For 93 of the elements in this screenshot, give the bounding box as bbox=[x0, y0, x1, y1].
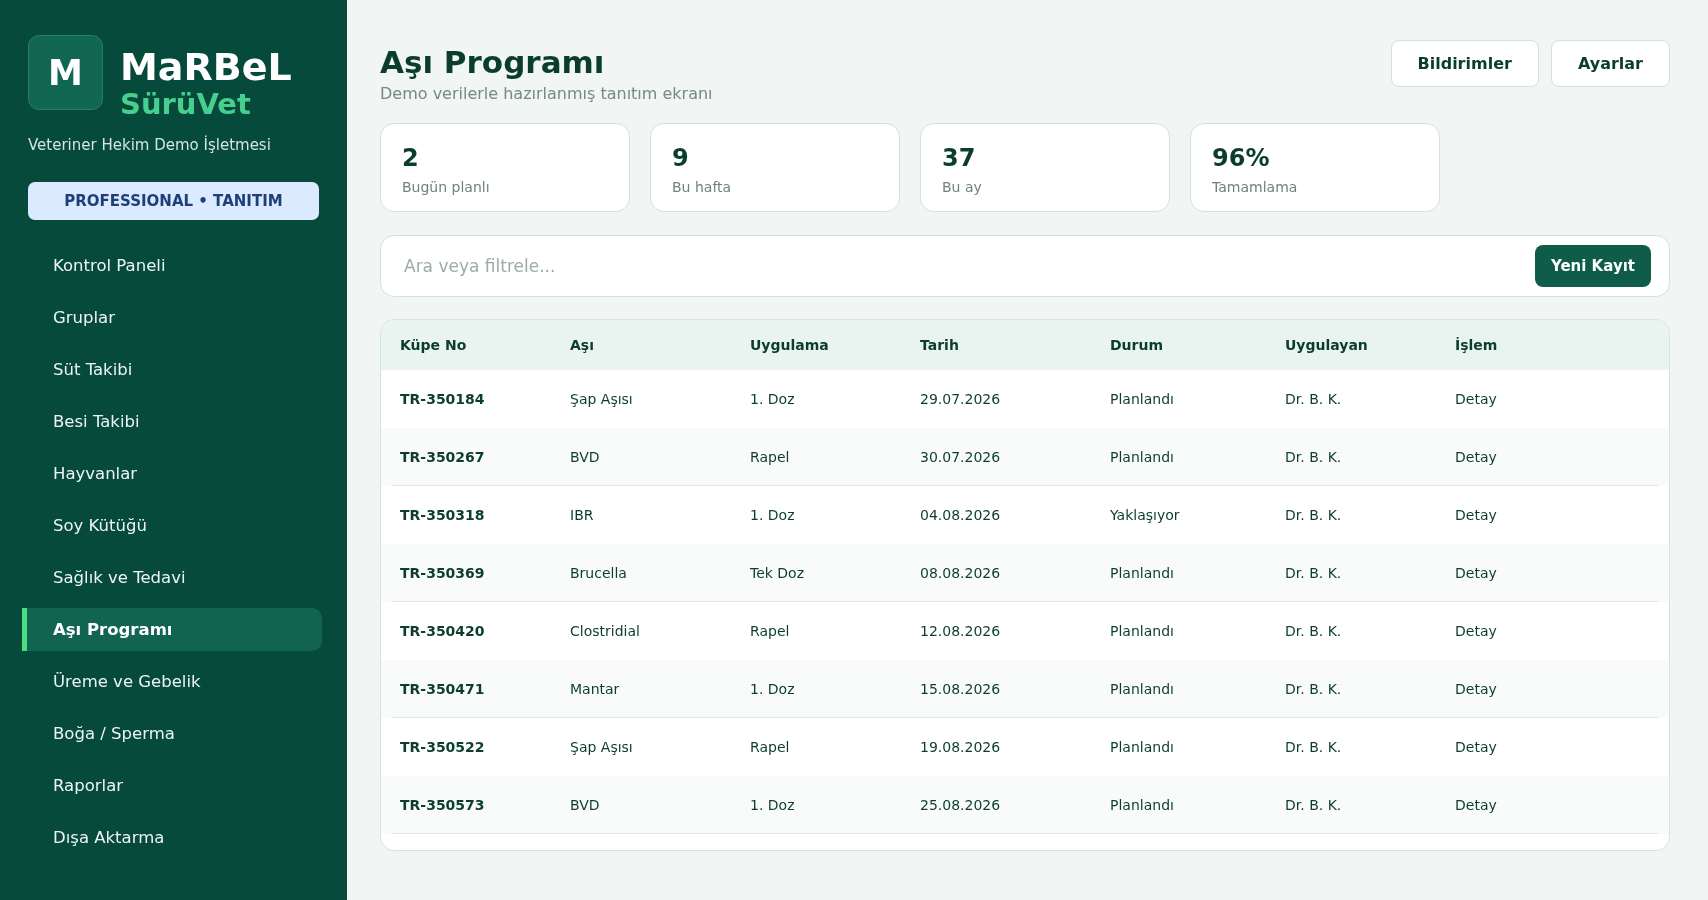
nav-item[interactable]: Dışa Aktarma bbox=[22, 816, 322, 859]
table-cell: 1. Doz bbox=[750, 681, 795, 697]
detail-link[interactable]: Detay bbox=[1455, 507, 1497, 523]
nav-item[interactable]: Kontrol Paneli bbox=[22, 244, 322, 287]
column-header: Küpe No bbox=[400, 337, 468, 353]
nav-item[interactable]: Soy Kütüğü bbox=[22, 504, 322, 547]
table-cell: Yaklaşıyor bbox=[1110, 507, 1180, 523]
table-cell: TR-350573 bbox=[400, 797, 485, 813]
page-title: Aşı Programı bbox=[380, 44, 606, 81]
column-header: Durum bbox=[1110, 337, 1165, 353]
table-cell: Dr. B. K. bbox=[1285, 623, 1342, 639]
nav-item[interactable]: Raporlar bbox=[22, 764, 322, 807]
table-cell: Planlandı bbox=[1110, 391, 1174, 407]
plan-badge: PROFESSIONAL • TANITIM bbox=[28, 182, 319, 220]
table-cell: TR-350522 bbox=[400, 739, 485, 755]
brand-logo: M bbox=[28, 35, 103, 110]
table-cell: Şap Aşısı bbox=[570, 391, 633, 407]
page-subtitle: Demo verilerle hazırlanmış tanıtım ekranı bbox=[380, 84, 713, 104]
detail-link[interactable]: Detay bbox=[1455, 739, 1497, 755]
table-cell: 29.07.2026 bbox=[920, 391, 1001, 407]
table-cell: Planlandı bbox=[1110, 739, 1174, 755]
stat-label: Bu hafta bbox=[672, 178, 733, 196]
table-cell: Dr. B. K. bbox=[1285, 681, 1342, 697]
table-cell: Mantar bbox=[570, 681, 620, 697]
header-button[interactable]: Ayarlar bbox=[1550, 40, 1670, 87]
table-cell: TR-350184 bbox=[400, 391, 485, 407]
table-cell: Clostridial bbox=[570, 623, 640, 639]
table-cell: Tek Doz bbox=[750, 565, 805, 581]
business-name: Veteriner Hekim Demo İşletmesi bbox=[28, 135, 272, 155]
table-cell: Planlandı bbox=[1110, 623, 1174, 639]
new-record-button[interactable]: Yeni Kayıt bbox=[1534, 245, 1651, 287]
table-cell: Rapel bbox=[750, 623, 790, 639]
column-header: İşlem bbox=[1455, 337, 1499, 353]
detail-link[interactable]: Detay bbox=[1455, 391, 1497, 407]
table-cell: BVD bbox=[570, 797, 600, 813]
table-cell: Dr. B. K. bbox=[1285, 565, 1342, 581]
nav-item[interactable]: Süt Takibi bbox=[22, 348, 322, 391]
column-header: Aşı bbox=[570, 337, 595, 353]
table-cell: Dr. B. K. bbox=[1285, 449, 1342, 465]
detail-link[interactable]: Detay bbox=[1455, 681, 1497, 697]
stat-value: 9 bbox=[672, 144, 690, 172]
table-cell: 1. Doz bbox=[750, 797, 795, 813]
stat-value: 96% bbox=[1212, 144, 1271, 172]
table-cell: 08.08.2026 bbox=[920, 565, 1001, 581]
table-cell: TR-350420 bbox=[400, 623, 485, 639]
stat-value: 2 bbox=[402, 144, 420, 172]
table-cell: Şap Aşısı bbox=[570, 739, 633, 755]
table-cell: TR-350471 bbox=[400, 681, 485, 697]
table-cell: TR-350318 bbox=[400, 507, 485, 523]
detail-link[interactable]: Detay bbox=[1455, 449, 1497, 465]
table-cell: TR-350267 bbox=[400, 449, 485, 465]
column-header: Uygulayan bbox=[1285, 337, 1369, 353]
nav-item[interactable]: Besi Takibi bbox=[22, 400, 322, 443]
table-cell: Rapel bbox=[750, 449, 790, 465]
stat-value: 37 bbox=[942, 144, 977, 172]
table-cell: 25.08.2026 bbox=[920, 797, 1001, 813]
nav-item[interactable]: Hayvanlar bbox=[22, 452, 322, 495]
nav-item[interactable]: Üreme ve Gebelik bbox=[22, 660, 322, 703]
nav-item[interactable]: Gruplar bbox=[22, 296, 322, 339]
table-cell: Rapel bbox=[750, 739, 790, 755]
nav-item[interactable]: Aşı Programı bbox=[22, 608, 322, 651]
table-cell: IBR bbox=[570, 507, 594, 523]
table-cell: 04.08.2026 bbox=[920, 507, 1001, 523]
table-cell: 19.08.2026 bbox=[920, 739, 1001, 755]
table-cell: 12.08.2026 bbox=[920, 623, 1001, 639]
column-header: Tarih bbox=[920, 337, 960, 353]
header-button[interactable]: Bildirimler bbox=[1390, 40, 1539, 87]
table-cell: Dr. B. K. bbox=[1285, 739, 1342, 755]
table-cell: Dr. B. K. bbox=[1285, 797, 1342, 813]
table-cell: Planlandı bbox=[1110, 565, 1174, 581]
detail-link[interactable]: Detay bbox=[1455, 623, 1497, 639]
nav-item[interactable]: Boğa / Sperma bbox=[22, 712, 322, 755]
detail-link[interactable]: Detay bbox=[1455, 797, 1497, 813]
table-cell: 1. Doz bbox=[750, 391, 795, 407]
table-cell: 1. Doz bbox=[750, 507, 795, 523]
column-header: Uygulama bbox=[750, 337, 830, 353]
table-cell: Dr. B. K. bbox=[1285, 507, 1342, 523]
table-cell: Planlandı bbox=[1110, 449, 1174, 465]
table-cell: Planlandı bbox=[1110, 681, 1174, 697]
table-cell: Dr. B. K. bbox=[1285, 391, 1342, 407]
table-cell: Brucella bbox=[570, 565, 627, 581]
table-cell: TR-350369 bbox=[400, 565, 485, 581]
brand-name: MaRBeL bbox=[120, 47, 292, 87]
stat-label: Bugün planlı bbox=[402, 178, 491, 196]
table-cell: BVD bbox=[570, 449, 600, 465]
table-cell: 15.08.2026 bbox=[920, 681, 1001, 697]
detail-link[interactable]: Detay bbox=[1455, 565, 1497, 581]
stat-label: Bu ay bbox=[942, 178, 983, 196]
product-name: SürüVet bbox=[120, 87, 252, 121]
nav-item[interactable]: Sağlık ve Tedavi bbox=[22, 556, 322, 599]
table-cell: 30.07.2026 bbox=[920, 449, 1001, 465]
stat-label: Tamamlama bbox=[1212, 178, 1299, 196]
table-cell: Planlandı bbox=[1110, 797, 1174, 813]
